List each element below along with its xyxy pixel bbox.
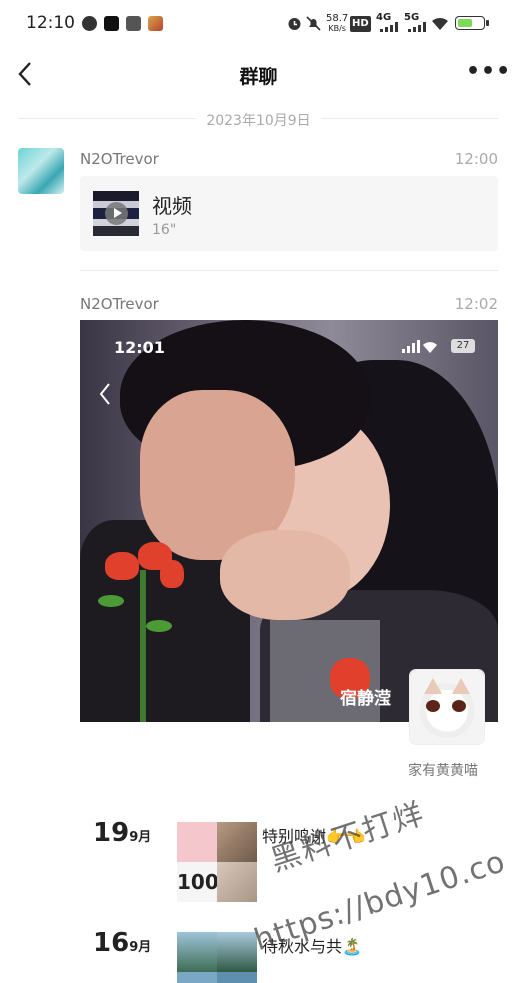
date-divider-label: 2023年10月9日 [196, 113, 321, 129]
photo-hand [220, 530, 350, 620]
tiktok-icon [104, 16, 119, 31]
cat-ear [424, 678, 442, 694]
signal-bars-2-icon [408, 22, 426, 32]
globe-icon [82, 16, 97, 31]
moment-day: 16 [93, 928, 130, 958]
signal-bars-icon [380, 22, 398, 32]
rose-leaf [98, 595, 124, 607]
profile-name: 家有黄黄喵 [408, 763, 478, 779]
net-speed-unit: KB/s [328, 24, 346, 33]
date-divider: 2023年10月9日 [0, 110, 517, 130]
moment-date: 199月 [93, 818, 151, 848]
message-divider [80, 270, 498, 271]
sender-name: N2OTrevor [80, 150, 159, 168]
more-dots-icon[interactable]: ••• [466, 58, 510, 90]
message-time: 12:00 [454, 150, 498, 168]
cat-eye [452, 700, 466, 712]
thumb-tile [177, 822, 217, 862]
mute-icon [306, 16, 321, 31]
rose [160, 560, 184, 588]
thumb-tile [177, 972, 217, 983]
rose [105, 552, 139, 580]
screenshot-signal-icon [402, 340, 437, 353]
hd-badge: HD [350, 16, 371, 32]
video-duration: 16" [152, 222, 177, 238]
image-message[interactable]: 12:01 27 宿静滢 [80, 320, 498, 722]
wifi-icon [432, 17, 448, 30]
moment-thumbnail[interactable]: 100 [177, 822, 257, 902]
battery-tip [486, 20, 489, 26]
thumb-tile [217, 822, 257, 862]
thumb-tile [217, 932, 257, 972]
cat-eye [426, 700, 440, 712]
thumb-tile [217, 862, 257, 902]
play-icon [105, 202, 128, 225]
sender-name: N2OTrevor [80, 295, 159, 313]
rose-stem [140, 570, 146, 722]
net-speed: 58.7 KB/s [326, 14, 348, 34]
page-title: 群聊 [239, 66, 278, 88]
net-speed-value: 58.7 [326, 13, 349, 24]
screenshot-battery: 27 [451, 339, 475, 353]
chevron-left-icon [99, 383, 110, 405]
status-bar: 12:10 58.7 KB/s HD 4G 5G [0, 0, 517, 48]
watermark-line-1: 黑料不打烊 [266, 796, 430, 879]
moment-month: 9月 [129, 830, 152, 845]
square-icon [126, 16, 141, 31]
battery-icon [455, 16, 485, 30]
alarm-icon [288, 18, 301, 30]
status-time: 12:10 [26, 13, 75, 33]
thumb-number: 100 [177, 862, 219, 902]
moment-month: 9月 [129, 940, 152, 955]
screenshot-time: 12:01 [114, 338, 165, 357]
cat-ear [452, 678, 470, 694]
thumb-tile [217, 972, 257, 983]
game-icon [148, 16, 163, 31]
moment-date: 169月 [93, 928, 151, 958]
cat-avatar[interactable] [410, 670, 484, 744]
photo-caption: 宿静滢 [340, 689, 391, 709]
message-time: 12:02 [454, 295, 498, 313]
video-thumbnail [93, 191, 139, 236]
battery-level [458, 19, 472, 27]
video-message[interactable]: 视频 16" [80, 176, 498, 251]
thumb-tile [177, 932, 217, 972]
moment-thumbnail[interactable] [177, 932, 257, 983]
moment-day: 19 [93, 818, 130, 848]
rose-leaf [146, 620, 172, 632]
video-title: 视频 [152, 194, 192, 218]
avatar[interactable] [18, 148, 64, 194]
